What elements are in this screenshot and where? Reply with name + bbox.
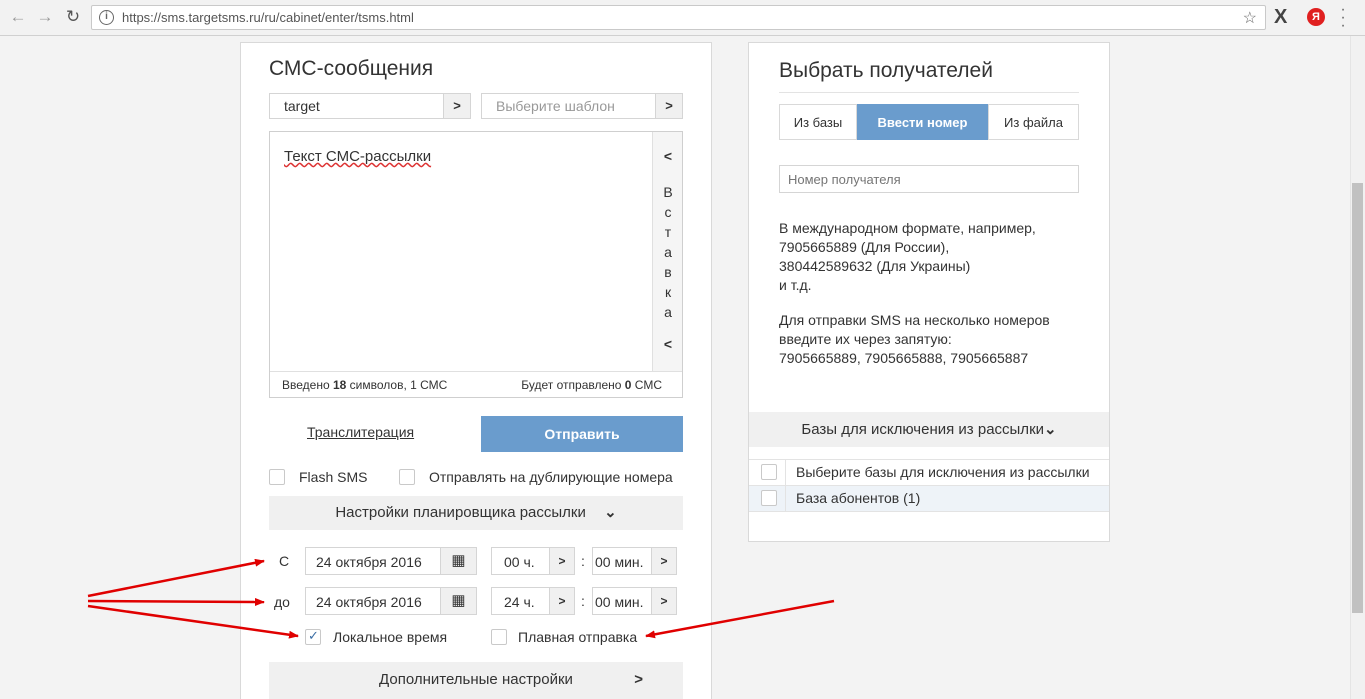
annotation-arrow	[87, 558, 265, 598]
annotation-arrows	[87, 558, 835, 639]
annotation-arrow	[87, 604, 299, 639]
annotation-arrow	[645, 599, 835, 639]
annotation-arrow	[87, 597, 265, 606]
